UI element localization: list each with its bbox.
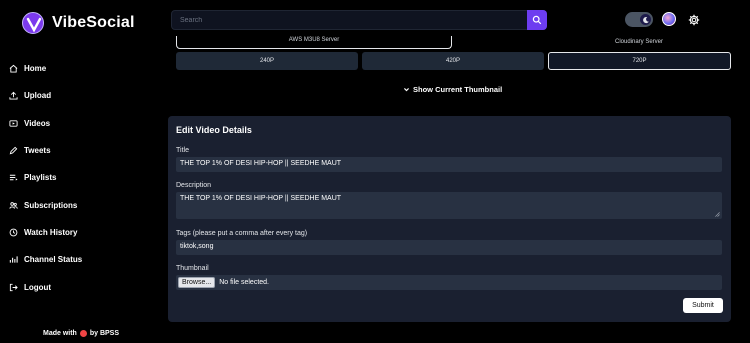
sidebar-item-label: Channel Status (24, 255, 83, 265)
quality-label: 720P (632, 58, 647, 64)
no-file-text: No file selected. (219, 279, 269, 286)
sidebar-item-upload[interactable]: Upload (8, 82, 158, 109)
tweet-icon (8, 146, 18, 156)
panel-title: Edit Video Details (176, 125, 252, 135)
thumbnail-file-input[interactable]: Browse... No file selected. (176, 275, 722, 290)
cloudinary-server-button[interactable]: Cloudinary Server (548, 36, 730, 49)
sidebar-item-tweets[interactable]: Tweets (8, 137, 158, 164)
sidebar-item-label: Logout (24, 282, 52, 292)
search-input[interactable] (172, 11, 527, 29)
quality-label: 420P (445, 58, 460, 64)
sidebar-item-label: Upload (24, 91, 52, 101)
aws-server-label: AWS M3U8 Server (288, 36, 340, 43)
chevron-down-icon (404, 88, 409, 92)
sidebar-item-subscriptions[interactable]: Subscriptions (8, 191, 158, 218)
footer-credit: Made with by BPSS (43, 330, 119, 337)
sidebar: VibeSocial Home Upload Videos Tweets Pla… (0, 0, 160, 343)
sidebar-item-label: Videos (24, 118, 51, 128)
footer-by: by BPSS (89, 330, 120, 337)
sidebar-item-playlists[interactable]: Playlists (8, 164, 158, 191)
sidebar-item-label: Home (24, 64, 47, 74)
subscriptions-icon (8, 200, 18, 210)
aws-server-button[interactable]: AWS M3U8 Server (176, 36, 452, 49)
playlist-icon (8, 173, 18, 183)
vibesocial-logo-icon (22, 12, 44, 34)
description-value: THE TOP 1% OF DESI HIP-HOP || SEEDHE MAU… (180, 195, 342, 202)
heart-icon (79, 330, 87, 337)
browse-button[interactable]: Browse... (178, 277, 216, 288)
title-label: Title (176, 147, 189, 154)
quality-240p-button[interactable]: 240P (176, 52, 358, 70)
sidebar-item-channel-status[interactable]: Channel Status (8, 246, 158, 273)
sidebar-item-label: Playlists (24, 173, 57, 183)
submit-button[interactable]: Submit (683, 298, 723, 313)
sidebar-item-label: Tweets (24, 146, 51, 156)
history-icon (8, 227, 18, 237)
thumbnail-label: Thumbnail (176, 265, 209, 272)
upload-icon (8, 91, 18, 101)
sidebar-item-label: Watch History (24, 227, 78, 237)
description-textarea[interactable]: THE TOP 1% OF DESI HIP-HOP || SEEDHE MAU… (176, 192, 722, 219)
quality-720p-button[interactable]: 720P (548, 52, 731, 70)
search-bar (171, 10, 547, 30)
moon-icon (640, 14, 651, 25)
sidebar-item-videos[interactable]: Videos (8, 110, 158, 137)
resize-handle-icon[interactable] (715, 212, 720, 217)
edit-video-panel: Edit Video Details Title THE TOP 1% OF D… (168, 116, 731, 322)
gear-icon[interactable] (688, 13, 700, 26)
tags-label: Tags (please put a comma after every tag… (176, 230, 308, 237)
footer-made-with: Made with (43, 330, 77, 337)
search-button[interactable] (527, 10, 547, 30)
sidebar-nav: Home Upload Videos Tweets Playlists Subs… (8, 55, 158, 301)
home-icon (8, 64, 18, 74)
theme-toggle[interactable] (625, 12, 653, 27)
show-thumbnail-toggle[interactable]: Show Current Thumbnail (403, 85, 502, 94)
sidebar-item-label: Subscriptions (24, 200, 78, 210)
sidebar-item-logout[interactable]: Logout (8, 273, 158, 300)
quality-420p-button[interactable]: 420P (362, 52, 544, 70)
logout-icon (8, 282, 18, 292)
show-thumbnail-label: Show Current Thumbnail (413, 85, 503, 94)
channel-status-icon (8, 255, 18, 265)
brand[interactable]: VibeSocial (22, 12, 135, 34)
title-value: THE TOP 1% OF DESI HIP-HOP || SEEDHE MAU… (180, 160, 342, 167)
video-icon (8, 118, 18, 128)
tags-value: tiktok,song (180, 243, 214, 250)
brand-name: VibeSocial (52, 14, 135, 31)
sidebar-item-home[interactable]: Home (8, 55, 158, 82)
search-icon (532, 15, 542, 25)
avatar[interactable] (662, 12, 676, 26)
description-label: Description (176, 182, 212, 189)
sidebar-item-watch-history[interactable]: Watch History (8, 219, 158, 246)
tags-input[interactable]: tiktok,song (176, 240, 722, 255)
quality-label: 240P (259, 58, 274, 64)
title-input[interactable]: THE TOP 1% OF DESI HIP-HOP || SEEDHE MAU… (176, 157, 722, 172)
cloudinary-server-label: Cloudinary Server (614, 39, 664, 45)
